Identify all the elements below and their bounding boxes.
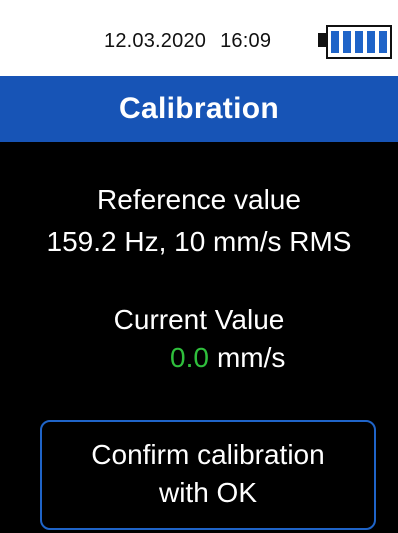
current-value-unit: mm/s — [216, 342, 286, 373]
device-screen: 12.03.2020 16:09 Calibration Reference va… — [0, 0, 398, 533]
page-title: Calibration — [119, 92, 279, 125]
battery-tip — [318, 33, 326, 47]
reference-label: Reference value — [97, 184, 301, 215]
battery-body — [326, 25, 392, 59]
status-bar: 12.03.2020 16:09 — [0, 0, 398, 76]
battery-cell — [367, 31, 375, 53]
battery-full-icon — [318, 25, 392, 59]
current-value-number: 0.0 — [170, 342, 209, 373]
battery-cell — [331, 31, 339, 53]
status-datetime: 12.03.2020 16:09 — [104, 30, 271, 53]
current-value: 0.0 mm/s — [170, 342, 285, 374]
status-time: 16:09 — [220, 30, 272, 52]
battery-cell — [343, 31, 351, 53]
reference-value: 159.2 Hz, 10 mm/s RMS — [46, 226, 352, 257]
current-label: Current Value — [113, 304, 285, 335]
battery-cell — [355, 31, 363, 53]
confirm-calibration-button[interactable]: Confirm calibration with OK — [40, 420, 376, 530]
title-bar: Calibration — [0, 76, 398, 142]
status-date: 12.03.2020 — [104, 30, 207, 52]
battery-cell — [379, 31, 387, 53]
confirm-line-2: with OK — [158, 477, 258, 508]
confirm-line-1: Confirm calibration — [91, 439, 325, 470]
